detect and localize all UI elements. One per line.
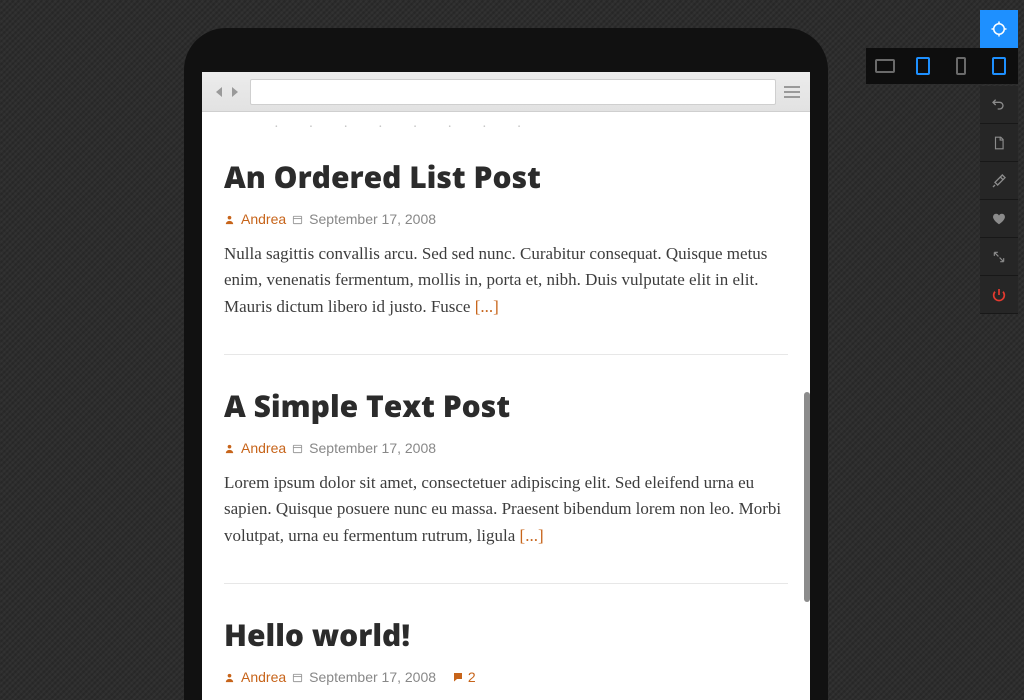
heart-icon[interactable] [980,200,1018,238]
forward-icon[interactable] [228,85,242,99]
author-icon [224,214,235,225]
post-meta: Andrea September 17, 2008 2 [224,669,788,685]
device-tablet-landscape-button[interactable] [980,48,1018,84]
post: An Ordered List Post Andrea September 17… [224,148,788,355]
post-excerpt: Lorem ipsum dolor sit amet, consectetuer… [224,470,788,549]
calendar-icon [292,443,303,454]
calendar-icon [292,672,303,683]
post: Hello world! Andrea September 17, 2008 2 [224,584,788,700]
toolbar [980,10,1018,48]
tool-column [980,86,1018,314]
post: A Simple Text Post Andrea September 17, … [224,355,788,584]
post-date: September 17, 2008 [309,211,436,227]
device-selector [866,48,1018,84]
url-input[interactable] [250,79,776,105]
post-date: September 17, 2008 [309,440,436,456]
readmore-link[interactable]: [...] [475,297,499,316]
post-title[interactable]: An Ordered List Post [224,156,788,197]
post-author[interactable]: Andrea [241,211,286,227]
menu-icon[interactable] [784,86,800,98]
share-icon-row: ········ [224,120,788,148]
readmore-link[interactable]: [...] [520,526,544,545]
page-content: ········ An Ordered List Post Andrea Sep… [202,112,810,700]
post-meta: Andrea September 17, 2008 [224,211,788,227]
post-author[interactable]: Andrea [241,669,286,685]
comments-count: 2 [468,669,476,685]
inspect-button[interactable] [980,10,1018,48]
expand-icon[interactable] [980,238,1018,276]
comments-link[interactable]: 2 [452,669,476,685]
post-excerpt: Nulla sagittis convallis arcu. Sed sed n… [224,241,788,320]
device-tablet-button[interactable] [904,48,942,84]
calendar-icon [292,214,303,225]
author-icon [224,672,235,683]
post-date: September 17, 2008 [309,669,436,685]
tools-icon[interactable] [980,162,1018,200]
author-icon [224,443,235,454]
post-author[interactable]: Andrea [241,440,286,456]
device-screen: ········ An Ordered List Post Andrea Sep… [202,72,810,700]
document-icon[interactable] [980,124,1018,162]
back-icon[interactable] [212,85,226,99]
scrollbar-thumb[interactable] [804,392,810,602]
post-meta: Andrea September 17, 2008 [224,440,788,456]
device-frame: ········ An Ordered List Post Andrea Sep… [184,28,828,700]
device-phone-button[interactable] [942,48,980,84]
device-desktop-button[interactable] [866,48,904,84]
undo-redo-icon[interactable] [980,86,1018,124]
power-icon[interactable] [980,276,1018,314]
browser-chrome [202,72,810,112]
post-title[interactable]: Hello world! [224,614,788,655]
post-title[interactable]: A Simple Text Post [224,385,788,426]
